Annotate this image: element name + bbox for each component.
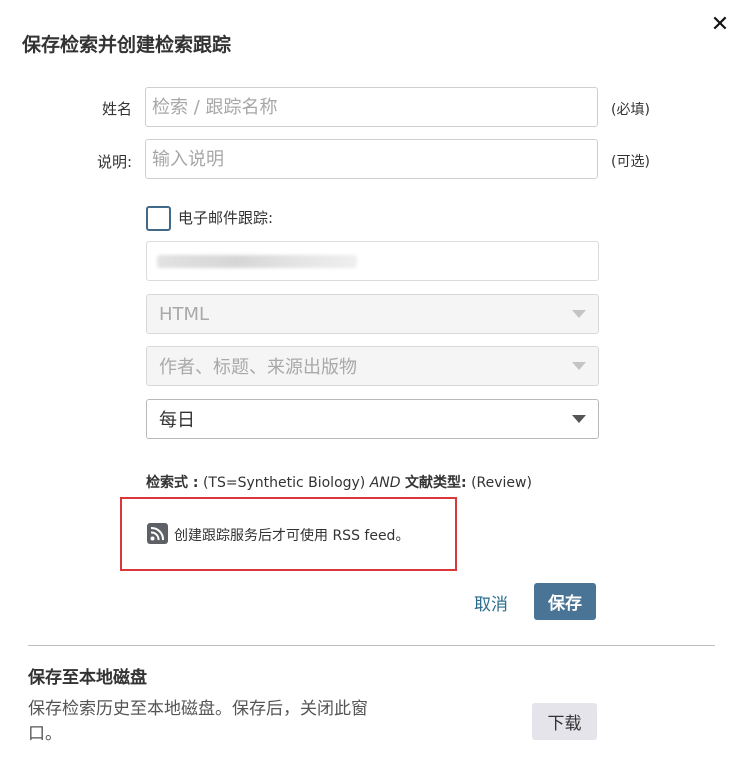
rss-message: 创建跟踪服务后才可使用 RSS feed。 [174,528,410,544]
format-select: HTML [146,294,599,334]
optional-note: (可选) [611,154,650,170]
content-select-value: 作者、标题、来源出版物 [159,357,357,378]
close-icon[interactable]: ✕ [708,12,732,38]
name-input[interactable] [145,87,598,127]
local-save-description: 保存检索历史至本地磁盘。保存后，关闭此窗口。 [28,699,368,744]
query-label: 检索式 : [146,475,199,491]
query-topic: (TS=Synthetic Biology) [202,475,366,491]
download-button[interactable]: 下载 [532,703,597,740]
description-label: 说明: [96,153,132,171]
query-operator: AND [369,475,401,491]
email-alert-checkbox[interactable] [146,206,171,231]
chevron-down-icon [572,362,586,370]
email-alert-label: 电子邮件跟踪: [178,209,274,227]
save-button[interactable]: 保存 [534,583,596,620]
content-select: 作者、标题、来源出版物 [146,346,599,386]
doc-type-label: 文献类型: [405,475,467,491]
redacted-email [157,255,357,268]
dialog-title: 保存检索并创建检索跟踪 [22,34,232,56]
frequency-select[interactable]: 每日 [146,399,599,439]
section-divider [28,645,715,646]
chevron-down-icon [572,415,586,423]
format-select-value: HTML [159,303,210,325]
frequency-select-value: 每日 [159,410,195,431]
query-string: 检索式 : (TS=Synthetic Biology) AND 文献类型: (… [146,472,532,492]
email-address-field[interactable] [146,241,599,281]
rss-icon [147,523,168,544]
doc-type-value: (Review) [471,475,532,491]
description-input[interactable] [145,139,598,179]
cancel-button[interactable]: 取消 [474,590,508,615]
local-save-title: 保存至本地磁盘 [28,668,147,688]
chevron-down-icon [572,310,586,318]
name-label: 姓名 [101,100,132,118]
required-note: (必填) [611,102,650,118]
